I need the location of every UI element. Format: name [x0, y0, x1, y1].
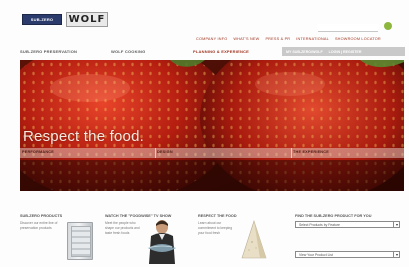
feature-select-value: Select Products by Feature [299, 222, 340, 227]
promo-title-respect-food[interactable]: RESPECT THE FOOD [198, 214, 237, 218]
hero-headline: Respect the food. [23, 128, 144, 145]
sub-zero-logo[interactable]: SUB-ZERO [22, 14, 62, 25]
promo-row: SUB-ZERO PRODUCTS Discover our entire li… [20, 214, 405, 264]
promo-title-products[interactable]: SUB-ZERO PRODUCTS [20, 214, 62, 218]
top-link[interactable]: SHOWROOM LOCATOR [335, 37, 381, 45]
refrigerator-image[interactable] [67, 222, 93, 260]
top-link[interactable]: INTERNATIONAL [296, 37, 329, 45]
account-tab[interactable]: MY SUB-ZERO/WOLF LOGIN | REGISTER [282, 47, 405, 56]
chevron-down-icon[interactable] [393, 252, 399, 257]
main-nav: SUB-ZERO PRESERVATION WOLF COOKING PLANN… [20, 47, 405, 59]
hero-banner[interactable]: Respect the food. PERFORMANCE DESIGN THE… [20, 60, 404, 191]
wolf-logo[interactable]: WOLF [66, 12, 108, 27]
top-link[interactable]: PRESS & PR [265, 37, 290, 45]
promo-text-products: Discover our entire line of preservation… [20, 221, 58, 230]
promo-text-tv-show: Meet the people who shape our products a… [105, 221, 140, 235]
chevron-down-icon[interactable] [393, 222, 399, 227]
cheese-wedge-image[interactable] [240, 220, 268, 260]
wolf-logo-text: WOLF [68, 14, 106, 25]
hero-tab-performance[interactable]: PERFORMANCE [22, 150, 54, 154]
nav-item-planning[interactable]: PLANNING & EXPERIENCE [193, 49, 249, 54]
sub-zero-logo-text: SUB-ZERO [30, 17, 54, 22]
product-list-select-value: View Your Product List [299, 252, 333, 257]
finder-title: FIND THE SUB-ZERO PRODUCT FOR YOU [295, 214, 372, 218]
divider [155, 148, 156, 158]
utility-links: COMPANY INFO WHAT'S NEW PRESS & PR INTER… [196, 37, 403, 45]
account-tab-label[interactable]: MY SUB-ZERO/WOLF [286, 50, 323, 54]
search-go-icon[interactable] [384, 22, 392, 30]
feature-select[interactable]: Select Products by Feature [295, 221, 400, 228]
page: SUB-ZERO WOLF COMPANY INFO WHAT'S NEW PR… [0, 0, 409, 267]
chef-with-fish-image[interactable] [147, 218, 177, 264]
nav-item-preservation[interactable]: SUB-ZERO PRESERVATION [20, 49, 77, 54]
hero-tabs: PERFORMANCE DESIGN THE EXPERIENCE [20, 148, 404, 158]
divider [291, 148, 292, 158]
nav-item-cooking[interactable]: WOLF COOKING [111, 49, 145, 54]
top-link[interactable]: WHAT'S NEW [233, 37, 259, 45]
search-input[interactable] [318, 24, 378, 32]
top-link[interactable]: COMPANY INFO [196, 37, 227, 45]
product-list-select[interactable]: View Your Product List [295, 251, 400, 258]
hero-tab-experience[interactable]: THE EXPERIENCE [293, 150, 329, 154]
hero-tab-design[interactable]: DESIGN [157, 150, 173, 154]
strawberries-image [20, 60, 404, 191]
login-register-link[interactable]: LOGIN | REGISTER [329, 50, 362, 54]
promo-text-respect-food: Learn about our commitment to keeping yo… [198, 221, 233, 235]
